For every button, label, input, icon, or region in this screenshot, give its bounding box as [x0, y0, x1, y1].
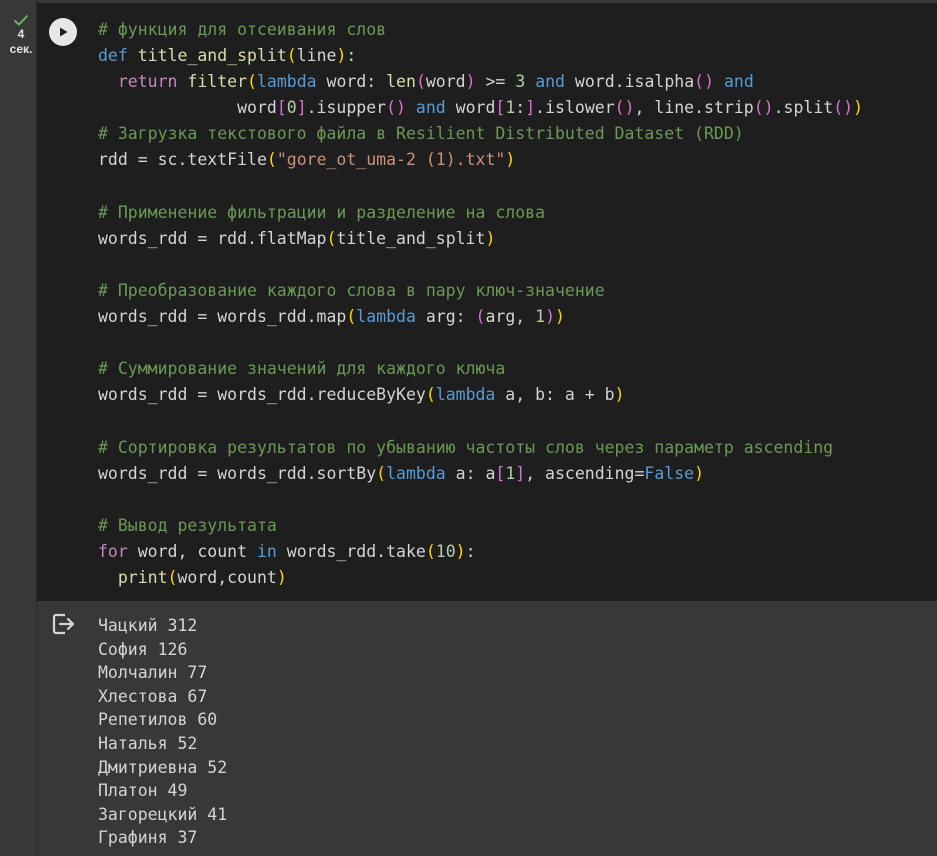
code-line: for word, count in words_rdd.take(10):	[98, 541, 476, 561]
code-line: rdd = sc.textFile("gore_ot_uma-2 (1).txt…	[98, 150, 516, 170]
output-line: Молчалин 77	[98, 663, 208, 683]
code-line: words_rdd = words_rdd.sortBy(lambda a: a…	[98, 463, 705, 483]
output-line: Наталья 52	[98, 733, 198, 753]
code-line: words_rdd = words_rdd.map(lambda arg: (a…	[98, 307, 565, 327]
code-line: # Применение фильтрации и разделение на …	[98, 202, 546, 222]
code-line: def title_and_split(line):	[98, 46, 357, 66]
code-line: words_rdd = rdd.flatMap(title_and_split)	[98, 228, 496, 248]
output-exit-icon[interactable]	[49, 610, 77, 638]
output-text: Чацкий 312 София 126 Молчалин 77 Хлестов…	[98, 614, 227, 850]
code-line: word[0].isupper() and word[1:].islower()…	[98, 98, 864, 118]
execution-status: 4 сек.	[0, 14, 42, 57]
run-cell-button[interactable]	[49, 18, 77, 46]
code-line: # Вывод результата	[98, 515, 277, 535]
output-line: Чацкий 312	[98, 616, 198, 635]
code-line: # функция для отсеивания слов	[98, 20, 387, 39]
code-editor[interactable]: # функция для отсеивания слов def title_a…	[98, 17, 863, 591]
code-line: print(word,count)	[117, 567, 287, 587]
code-line: # Сортировка результатов по убыванию час…	[98, 437, 834, 457]
output-line: София 126	[98, 639, 188, 659]
output-line: Платон 49	[98, 781, 188, 801]
output-line: Дмитриевна 52	[98, 757, 228, 777]
output-line: Графиня 37	[98, 828, 198, 848]
execution-duration-unit: сек.	[9, 42, 33, 56]
output-line: Репетилов 60	[98, 710, 218, 730]
code-line: # Суммирование значений для каждого ключ…	[98, 359, 506, 379]
execution-duration-value: 4	[17, 27, 25, 41]
checkmark-icon	[13, 14, 29, 26]
cell-gutter	[0, 0, 36, 856]
play-icon	[60, 27, 68, 37]
code-line: words_rdd = words_rdd.reduceByKey(lambda…	[98, 385, 625, 405]
code-line: return filter(lambda word: len(word) >= …	[117, 72, 754, 92]
code-line: # Загрузка текстового файла в Resilient …	[98, 124, 744, 144]
code-line: # Преобразование каждого слова в пару кл…	[98, 280, 605, 300]
output-line: Загорецкий 41	[98, 804, 228, 824]
output-line: Хлестова 67	[98, 686, 208, 706]
